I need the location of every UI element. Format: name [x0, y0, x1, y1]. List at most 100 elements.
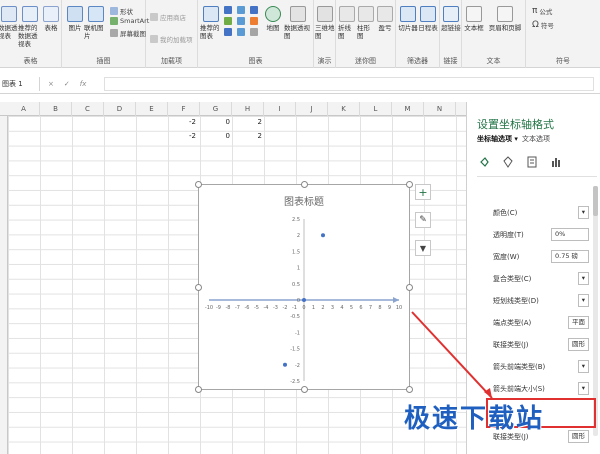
x-tick-label: -2: [283, 305, 288, 311]
resize-handle-w[interactable]: [195, 284, 202, 291]
cap-type-dropdown[interactable]: 平面: [568, 316, 589, 329]
column-header-l[interactable]: L: [360, 102, 392, 116]
scrollbar-thumb[interactable]: [593, 186, 598, 216]
cell-f1[interactable]: -2: [184, 118, 196, 126]
resize-handle-nw[interactable]: [195, 181, 202, 188]
cell-h2[interactable]: 2: [254, 132, 262, 140]
combo-chart-icon[interactable]: [250, 28, 258, 36]
sparkline-column-button[interactable]: 柱形图: [357, 6, 375, 40]
ribbon-group-illustrations: 图片 联机图片 形状 SmartArt 屏幕截图 插图: [62, 0, 149, 68]
transparency-input[interactable]: 0%: [551, 228, 589, 241]
resize-handle-sw[interactable]: [195, 386, 202, 393]
hierarchy-chart-icon[interactable]: [237, 6, 245, 14]
my-addins-button[interactable]: 我的加载项: [150, 34, 193, 44]
chart-styles-button[interactable]: ✎: [415, 212, 431, 228]
chart-filters-button[interactable]: ▼: [415, 240, 431, 256]
hyperlink-button[interactable]: 超链接: [441, 6, 461, 32]
column-header-g[interactable]: G: [200, 102, 232, 116]
tab-text-options[interactable]: 文本选项: [522, 134, 550, 144]
fill-line-icon[interactable]: [479, 156, 489, 168]
online-pictures-button[interactable]: 联机图片: [84, 6, 108, 40]
recommended-pivot-button[interactable]: 推荐的数据透视表: [18, 6, 42, 48]
column-header-b[interactable]: B: [40, 102, 72, 116]
sparkline-column-label: 柱形图: [357, 24, 370, 40]
compound-type-dropdown[interactable]: ▾: [577, 272, 589, 285]
column-header-f[interactable]: F: [168, 102, 200, 116]
column-header-m[interactable]: M: [392, 102, 424, 116]
timeline-button[interactable]: 日程表: [418, 6, 438, 32]
pane-divider: [477, 176, 597, 177]
screenshot-button[interactable]: 屏幕截图: [110, 28, 146, 38]
column-header-k[interactable]: K: [328, 102, 360, 116]
join-type-dropdown[interactable]: 圆形: [568, 338, 589, 351]
axis-options-icon[interactable]: [551, 156, 561, 168]
sparkline-winloss-button[interactable]: 盈亏: [376, 6, 394, 32]
scatter-chart[interactable]: 图表标题 -10 -9 -8 -7 -6 -5 -4 -3 -2 -1 0 1 2 3 4 5 6 7 8 9 10 2.…: [198, 184, 410, 390]
resize-handle-e[interactable]: [406, 284, 413, 291]
waterfall-chart-icon[interactable]: [250, 6, 258, 14]
statistic-chart-icon[interactable]: [237, 17, 245, 25]
dash-type-dropdown[interactable]: ▾: [577, 294, 589, 307]
recommended-pivot-icon: [22, 6, 38, 22]
cell-g1[interactable]: 0: [222, 118, 230, 126]
resize-handle-s[interactable]: [301, 386, 308, 393]
column-header-j[interactable]: J: [296, 102, 328, 116]
sparkline-line-button[interactable]: 折线图: [338, 6, 356, 40]
slicer-button[interactable]: 切片器: [398, 6, 418, 32]
column-chart-icon[interactable]: [224, 6, 232, 14]
symbol-button[interactable]: Ω 符号: [532, 20, 554, 30]
store-button[interactable]: 应用商店: [150, 12, 186, 22]
prop-label: 颜色(C): [493, 209, 518, 217]
width-input[interactable]: 0.75 磅: [551, 250, 589, 263]
cell-h1[interactable]: 2: [254, 118, 262, 126]
column-header-d[interactable]: D: [104, 102, 136, 116]
resize-handle-se[interactable]: [406, 386, 413, 393]
cancel-icon[interactable]: ×: [48, 77, 54, 91]
recommended-charts-button[interactable]: 推荐的图表: [200, 6, 222, 40]
shapes-button[interactable]: 形状: [110, 6, 133, 16]
smartart-button[interactable]: SmartArt: [110, 17, 149, 25]
begin-arrow-size-dropdown[interactable]: ▾: [577, 382, 589, 395]
column-header-n[interactable]: N: [424, 102, 456, 116]
size-properties-icon[interactable]: [527, 156, 537, 168]
table-button[interactable]: 表格: [42, 6, 60, 32]
cell-g2[interactable]: 0: [222, 132, 230, 140]
prop-begin-arrow-size: 箭头前端大小(S) ▾: [493, 382, 597, 396]
3d-map-button[interactable]: 三维地图: [315, 6, 335, 40]
chart-elements-button[interactable]: +: [415, 184, 431, 200]
formula-buttons: × ✓ fx: [48, 77, 86, 91]
column-header-c[interactable]: C: [72, 102, 104, 116]
map-button[interactable]: 地图: [264, 6, 282, 32]
resize-handle-n[interactable]: [301, 181, 308, 188]
pie-chart-icon[interactable]: [250, 17, 258, 25]
join-type-dropdown-2[interactable]: 圆形: [568, 430, 589, 443]
effects-icon[interactable]: [503, 156, 513, 168]
pivot-chart-button[interactable]: 数据透视图: [284, 6, 312, 40]
resize-handle-ne[interactable]: [406, 181, 413, 188]
equation-button[interactable]: π 公式: [532, 6, 552, 16]
enter-icon[interactable]: ✓: [64, 77, 70, 91]
color-picker[interactable]: ▾: [577, 206, 589, 219]
pivot-table-button[interactable]: 数据透视表: [0, 6, 20, 40]
name-box[interactable]: 图表 1: [0, 77, 40, 91]
cell-f2[interactable]: -2: [184, 132, 196, 140]
column-header-h[interactable]: H: [232, 102, 264, 116]
column-header-e[interactable]: E: [136, 102, 168, 116]
line-chart-icon[interactable]: [224, 17, 232, 25]
header-footer-button[interactable]: 页眉和页脚: [486, 6, 524, 32]
plot-area[interactable]: -10 -9 -8 -7 -6 -5 -4 -3 -2 -1 0 1 2 3 4 5 6 7 8 9 102.521.5…: [199, 185, 409, 389]
formula-input[interactable]: [104, 77, 594, 91]
column-header-a[interactable]: A: [8, 102, 40, 116]
scatter-chart-icon[interactable]: [237, 28, 245, 36]
prop-label: 透明度(T): [493, 231, 524, 239]
pane-title: 设置坐标轴格式: [477, 118, 554, 131]
textbox-button[interactable]: 文本框: [464, 6, 484, 32]
insert-function-icon[interactable]: fx: [80, 77, 87, 91]
ribbon-group-title: 迷你图: [355, 57, 376, 65]
smartart-label: SmartArt: [120, 17, 150, 25]
pictures-button[interactable]: 图片: [66, 6, 84, 32]
column-header-i[interactable]: I: [264, 102, 296, 116]
bar-chart-icon[interactable]: [224, 28, 232, 36]
begin-arrow-type-dropdown[interactable]: ▾: [577, 360, 589, 373]
tab-axis-options[interactable]: 坐标轴选项 ▾: [477, 134, 518, 144]
